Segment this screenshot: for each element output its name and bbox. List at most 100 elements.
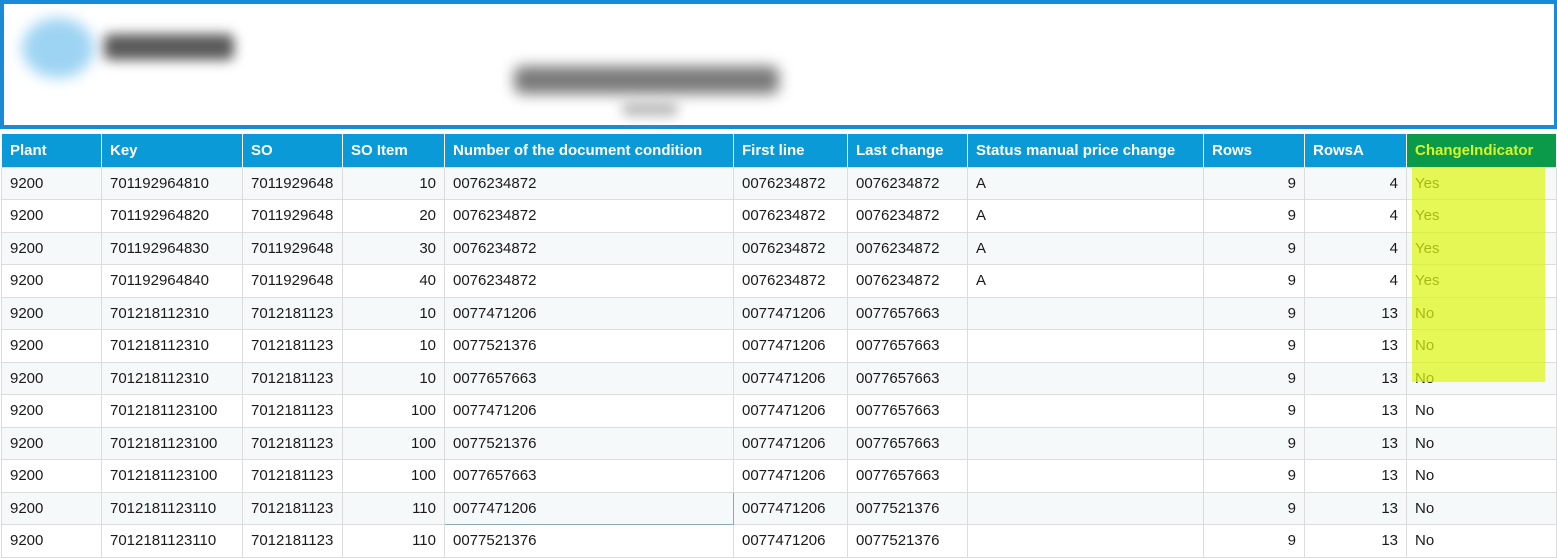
cell-so-item[interactable]: 100: [342, 426, 445, 460]
cell-first-line[interactable]: 0077471206: [733, 524, 848, 558]
cell-rows[interactable]: 9: [1203, 296, 1305, 330]
cell-first-line[interactable]: 0077471206: [733, 459, 848, 493]
cell-last-change[interactable]: 0077657663: [847, 394, 968, 428]
cell-last-change[interactable]: 0077657663: [847, 329, 968, 363]
cell-last-change[interactable]: 0076234872: [847, 199, 968, 233]
cell-rowsa[interactable]: 4: [1304, 264, 1407, 298]
cell-key[interactable]: 7012181123100: [101, 394, 243, 428]
cell-doc-condition-number[interactable]: 0076234872: [444, 166, 734, 200]
cell-change-indicator[interactable]: No: [1406, 329, 1557, 363]
cell-so-item[interactable]: 100: [342, 459, 445, 493]
cell-last-change[interactable]: 0077657663: [847, 296, 968, 330]
cell-change-indicator[interactable]: No: [1406, 361, 1557, 395]
cell-so[interactable]: 7011929648: [242, 264, 343, 298]
cell-so-item[interactable]: 110: [342, 524, 445, 558]
table-row[interactable]: 9200 7012181123110 7012181123 110 0077521376…: [1, 524, 1557, 558]
cell-last-change[interactable]: 0077657663: [847, 426, 968, 460]
cell-rowsa[interactable]: 4: [1304, 199, 1407, 233]
cell-key[interactable]: 7012181123100: [101, 459, 243, 493]
cell-plant[interactable]: 9200: [1, 394, 102, 428]
cell-so-item[interactable]: 20: [342, 199, 445, 233]
cell-doc-condition-number[interactable]: 0077471206: [444, 296, 734, 330]
cell-rows[interactable]: 9: [1203, 166, 1305, 200]
cell-doc-condition-number[interactable]: 0077521376: [444, 329, 734, 363]
cell-plant[interactable]: 9200: [1, 166, 102, 200]
cell-plant[interactable]: 9200: [1, 426, 102, 460]
cell-so[interactable]: 7012181123: [242, 459, 343, 493]
cell-last-change[interactable]: 0076234872: [847, 231, 968, 265]
cell-last-change[interactable]: 0077657663: [847, 459, 968, 493]
table-row[interactable]: 9200 701218112310 7012181123 10 0077657663 00…: [1, 361, 1557, 395]
table-row[interactable]: 9200 701192964810 7011929648 10 0076234872 00…: [1, 166, 1557, 200]
cell-first-line[interactable]: 0077471206: [733, 491, 848, 525]
cell-status-manual-price-change[interactable]: [967, 329, 1204, 363]
cell-so-item[interactable]: 10: [342, 166, 445, 200]
cell-rows[interactable]: 9: [1203, 361, 1305, 395]
cell-key[interactable]: 7012181123110: [101, 524, 243, 558]
cell-plant[interactable]: 9200: [1, 264, 102, 298]
table-row[interactable]: 9200 7012181123110 7012181123 110 0077471206…: [1, 491, 1557, 525]
cell-so-item[interactable]: 40: [342, 264, 445, 298]
cell-plant[interactable]: 9200: [1, 491, 102, 525]
cell-so[interactable]: 7012181123: [242, 296, 343, 330]
cell-status-manual-price-change[interactable]: [967, 491, 1204, 525]
cell-rows[interactable]: 9: [1203, 394, 1305, 428]
column-header-plant[interactable]: Plant: [1, 134, 102, 167]
cell-doc-condition-number[interactable]: 0076234872: [444, 199, 734, 233]
column-header-so-item[interactable]: SO Item: [342, 134, 445, 167]
column-header-doc-condition-number[interactable]: Number of the document condition: [444, 134, 734, 167]
cell-key[interactable]: 701192964810: [101, 166, 243, 200]
cell-rows[interactable]: 9: [1203, 426, 1305, 460]
cell-key[interactable]: 701218112310: [101, 361, 243, 395]
cell-first-line[interactable]: 0077471206: [733, 296, 848, 330]
column-header-change-indicator[interactable]: ChangeIndicator: [1406, 134, 1557, 167]
cell-change-indicator[interactable]: No: [1406, 491, 1557, 525]
cell-doc-condition-number[interactable]: 0076234872: [444, 231, 734, 265]
cell-doc-condition-number[interactable]: 0077521376: [444, 426, 734, 460]
cell-so-item[interactable]: 10: [342, 361, 445, 395]
cell-status-manual-price-change[interactable]: [967, 296, 1204, 330]
cell-key[interactable]: 701192964840: [101, 264, 243, 298]
cell-so[interactable]: 7012181123: [242, 394, 343, 428]
cell-first-line[interactable]: 0077471206: [733, 394, 848, 428]
cell-so[interactable]: 7012181123: [242, 491, 343, 525]
column-header-rows[interactable]: Rows: [1203, 134, 1305, 167]
cell-last-change[interactable]: 0076234872: [847, 166, 968, 200]
column-header-status-manual-price-change[interactable]: Status manual price change: [967, 134, 1204, 167]
cell-last-change[interactable]: 0077521376: [847, 524, 968, 558]
table-row[interactable]: 9200 7012181123100 7012181123 100 0077521376…: [1, 426, 1557, 460]
cell-first-line[interactable]: 0076234872: [733, 264, 848, 298]
cell-plant[interactable]: 9200: [1, 329, 102, 363]
cell-so[interactable]: 7012181123: [242, 329, 343, 363]
cell-change-indicator[interactable]: Yes: [1406, 231, 1557, 265]
cell-status-manual-price-change[interactable]: [967, 394, 1204, 428]
cell-plant[interactable]: 9200: [1, 459, 102, 493]
cell-key[interactable]: 701192964820: [101, 199, 243, 233]
cell-rowsa[interactable]: 4: [1304, 166, 1407, 200]
cell-last-change[interactable]: 0077657663: [847, 361, 968, 395]
cell-so-item[interactable]: 30: [342, 231, 445, 265]
cell-doc-condition-number[interactable]: 0077521376: [444, 524, 734, 558]
cell-rowsa[interactable]: 13: [1304, 296, 1407, 330]
table-row[interactable]: 9200 701218112310 7012181123 10 0077521376 00…: [1, 329, 1557, 363]
cell-so[interactable]: 7012181123: [242, 524, 343, 558]
cell-rowsa[interactable]: 13: [1304, 459, 1407, 493]
column-header-so[interactable]: SO: [242, 134, 343, 167]
cell-change-indicator[interactable]: Yes: [1406, 166, 1557, 200]
cell-rowsa[interactable]: 13: [1304, 329, 1407, 363]
cell-first-line[interactable]: 0077471206: [733, 329, 848, 363]
cell-rowsa[interactable]: 13: [1304, 394, 1407, 428]
cell-plant[interactable]: 9200: [1, 296, 102, 330]
cell-doc-condition-number[interactable]: 0077657663: [444, 361, 734, 395]
table-row[interactable]: 9200 7012181123100 7012181123 100 0077657663…: [1, 459, 1557, 493]
cell-status-manual-price-change[interactable]: [967, 524, 1204, 558]
table-row[interactable]: 9200 701192964830 7011929648 30 0076234872 00…: [1, 231, 1557, 265]
cell-first-line[interactable]: 0076234872: [733, 166, 848, 200]
cell-rowsa[interactable]: 13: [1304, 426, 1407, 460]
cell-change-indicator[interactable]: No: [1406, 426, 1557, 460]
cell-so-item[interactable]: 110: [342, 491, 445, 525]
cell-change-indicator[interactable]: No: [1406, 524, 1557, 558]
cell-so[interactable]: 7011929648: [242, 231, 343, 265]
cell-change-indicator[interactable]: Yes: [1406, 264, 1557, 298]
cell-doc-condition-number[interactable]: 0077657663: [444, 459, 734, 493]
